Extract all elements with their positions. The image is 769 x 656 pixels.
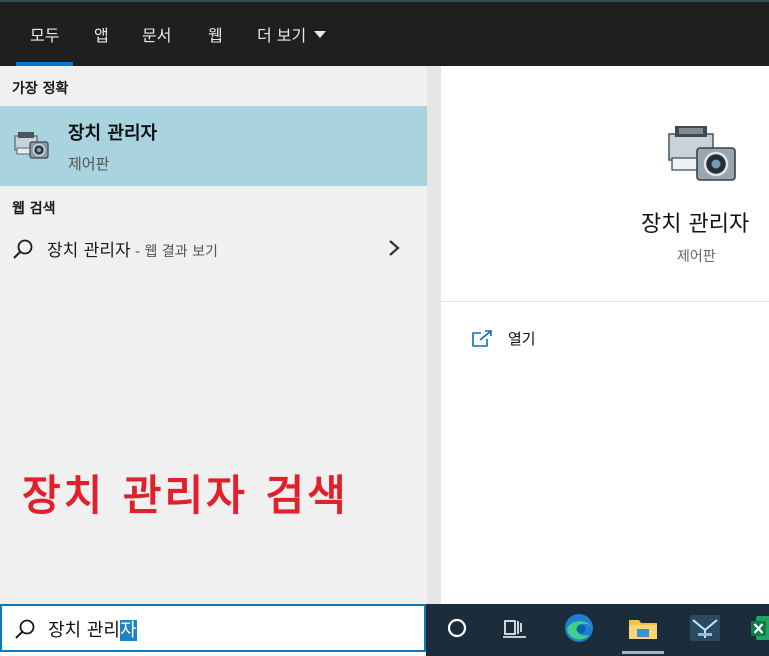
results-pane: 가장 정확 장치 관리자 제어판 웹 검색 장치 관리자 - 웹 결과 보기 장… bbox=[0, 66, 427, 604]
edge-icon bbox=[565, 614, 593, 642]
excel-button[interactable] bbox=[740, 604, 769, 652]
search-input-text: 장치 관리 bbox=[48, 620, 120, 641]
web-search-hint: - 웹 결과 보기 bbox=[130, 244, 218, 260]
search-box[interactable]: 장치 관리자 bbox=[0, 604, 426, 652]
tab-web-label: 웹 bbox=[208, 26, 223, 45]
overlay-caption: 장치 관리자 검색 bbox=[22, 471, 349, 520]
excel-icon bbox=[751, 616, 769, 640]
task-view-icon bbox=[503, 620, 526, 638]
best-match-name: 장치 관리자 bbox=[68, 123, 158, 144]
preview-subtitle: 제어판 bbox=[677, 249, 716, 265]
pane-divider bbox=[427, 66, 441, 604]
task-view-button[interactable] bbox=[490, 604, 540, 652]
tab-documents-label: 문서 bbox=[142, 26, 172, 45]
caret-down-icon bbox=[314, 30, 327, 38]
search-input[interactable]: 장치 관리자 bbox=[48, 616, 137, 642]
device-manager-icon bbox=[668, 126, 736, 181]
tab-all[interactable]: 모두 bbox=[16, 2, 74, 66]
preview-card: 장치 관리자 제어판 bbox=[441, 66, 769, 302]
best-match-heading: 가장 정확 bbox=[12, 81, 69, 97]
tab-more-label: 더 보기 bbox=[257, 26, 307, 45]
device-manager-icon bbox=[14, 132, 49, 159]
best-match-item[interactable]: 장치 관리자 제어판 bbox=[0, 106, 427, 186]
search-icon bbox=[13, 239, 33, 259]
app-icon bbox=[690, 615, 720, 641]
app-button[interactable] bbox=[680, 604, 730, 652]
web-search-query: 장치 관리자 bbox=[47, 241, 131, 261]
preview-name: 장치 관리자 bbox=[641, 212, 750, 237]
taskbar bbox=[426, 604, 769, 656]
chevron-right-icon bbox=[389, 240, 400, 256]
web-search-item[interactable]: 장치 관리자 - 웹 결과 보기 bbox=[0, 226, 427, 270]
open-action-label: 열기 bbox=[508, 330, 536, 348]
cortana-circle-icon bbox=[447, 618, 467, 638]
open-action[interactable]: 열기 bbox=[471, 328, 536, 349]
best-match-subtitle: 제어판 bbox=[68, 155, 110, 173]
search-icon bbox=[15, 619, 35, 639]
tab-web[interactable]: 웹 bbox=[196, 2, 235, 66]
tab-all-label: 모두 bbox=[30, 26, 60, 45]
open-external-icon bbox=[472, 329, 492, 347]
tab-apps[interactable]: 앱 bbox=[82, 2, 121, 66]
cortana-button[interactable] bbox=[432, 604, 482, 652]
tab-more[interactable]: 더 보기 bbox=[245, 2, 338, 66]
edge-button[interactable] bbox=[554, 604, 604, 652]
file-explorer-icon bbox=[629, 620, 657, 639]
preview-pane: 장치 관리자 제어판 열기 bbox=[441, 66, 769, 604]
web-search-heading: 웹 검색 bbox=[12, 201, 56, 217]
search-tab-bar: 모두 앱 문서 웹 더 보기 bbox=[0, 0, 769, 66]
tab-apps-label: 앱 bbox=[94, 26, 109, 45]
search-input-selection: 자 bbox=[119, 620, 137, 641]
file-explorer-button[interactable] bbox=[618, 604, 668, 654]
tab-documents[interactable]: 문서 bbox=[130, 2, 183, 66]
